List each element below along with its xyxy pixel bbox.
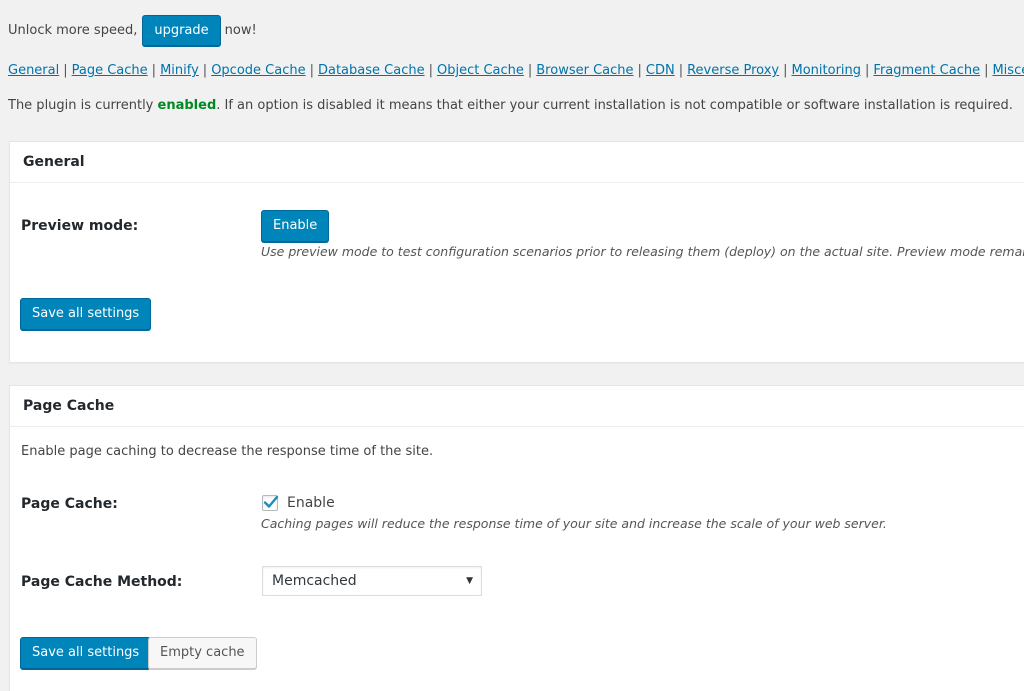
nav-separator: | — [783, 63, 788, 78]
nav-separator: | — [637, 63, 642, 78]
nav-link-database-cache[interactable]: Database Cache — [318, 63, 425, 78]
nav-link-reverse-proxy[interactable]: Reverse Proxy — [687, 63, 779, 78]
page-cache-method-label: Page Cache Method: — [21, 574, 183, 590]
empty-cache-button[interactable]: Empty cache — [148, 637, 257, 669]
nav-link-miscellaneous[interactable]: Miscellaneo — [992, 63, 1024, 78]
nav-link-page-cache[interactable]: Page Cache — [72, 63, 148, 78]
general-box-title: General — [10, 142, 1024, 183]
status-prefix: The plugin is currently — [8, 98, 154, 113]
nav-separator: | — [202, 63, 208, 78]
general-box: General Preview mode: Enable Use preview… — [9, 141, 1024, 363]
page-cache-method-value: Memcached — [272, 573, 357, 589]
page-cache-method-select[interactable]: Memcached ▼ — [262, 566, 482, 596]
check-icon — [263, 495, 279, 508]
page-cache-box-title: Page Cache — [10, 386, 1024, 427]
page-cache-enable-checkbox[interactable] — [262, 495, 279, 511]
nav-link-object-cache[interactable]: Object Cache — [437, 63, 524, 78]
nav-separator: | — [865, 63, 870, 78]
page-cache-enable-label: Enable — [287, 495, 335, 511]
upgrade-prefix: Unlock more speed, — [8, 23, 138, 38]
plugin-status: The plugin is currently enabled. If an o… — [8, 98, 1013, 113]
caret-down-icon: ▼ — [466, 576, 473, 586]
page-cache-intro: Enable page caching to decrease the resp… — [21, 444, 434, 459]
nav-separator: | — [63, 63, 68, 78]
page-cache-enable[interactable]: Enable — [262, 495, 335, 511]
upgrade-button[interactable]: upgrade — [142, 15, 221, 46]
page-cache-save-all-settings-button[interactable]: Save all settings — [20, 637, 152, 669]
upgrade-suffix: now! — [224, 23, 257, 38]
status-suffix: . If an option is disabled it means that… — [216, 98, 1013, 113]
page-cache-label: Page Cache: — [21, 496, 118, 512]
save-all-settings-button[interactable]: Save all settings — [20, 298, 152, 330]
nav-separator: | — [309, 63, 314, 78]
nav-link-browser-cache[interactable]: Browser Cache — [536, 63, 633, 78]
nav-separator: | — [527, 63, 533, 78]
nav-link-minify[interactable]: Minify — [160, 63, 199, 78]
settings-nav: General | Page Cache | Minify | Opcode Cache | D… — [8, 63, 1024, 78]
page-cache-box: Page Cache Enable page caching to decrea… — [9, 385, 1024, 691]
preview-mode-description: Use preview mode to test configuration s… — [261, 244, 1024, 259]
nav-separator: | — [984, 63, 989, 78]
preview-mode-label: Preview mode: — [21, 218, 139, 234]
preview-enable-button[interactable]: Enable — [261, 210, 330, 242]
upgrade-banner: Unlock more speed, upgrade now! — [8, 15, 257, 46]
page-cache-description: Caching pages will reduce the response t… — [261, 516, 887, 531]
page: Unlock more speed, upgrade now! General |… — [0, 0, 1024, 691]
nav-separator: | — [678, 63, 684, 78]
nav-link-cdn[interactable]: CDN — [646, 63, 675, 78]
nav-link-fragment-cache[interactable]: Fragment Cache — [873, 63, 980, 78]
nav-separator: | — [151, 63, 157, 78]
nav-link-general[interactable]: General — [8, 63, 59, 78]
nav-link-monitoring[interactable]: Monitoring — [792, 63, 862, 78]
nav-link-opcode-cache[interactable]: Opcode Cache — [211, 63, 305, 78]
status-enabled-badge: enabled — [157, 98, 217, 113]
nav-separator: | — [428, 63, 433, 78]
